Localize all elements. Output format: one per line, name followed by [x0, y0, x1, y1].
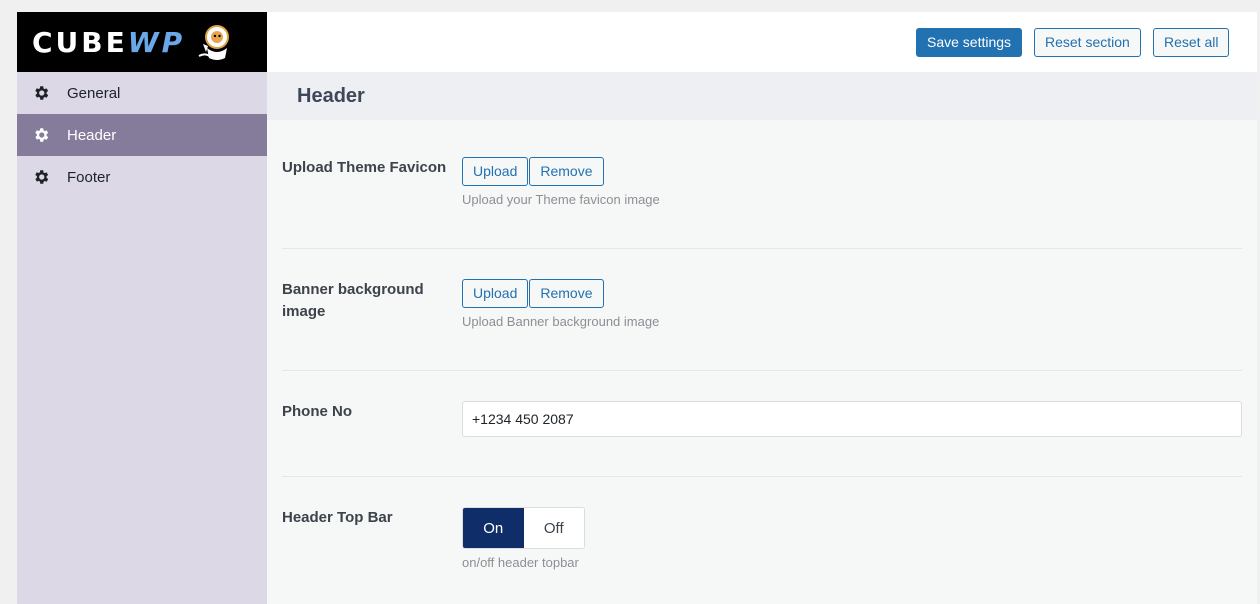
topbar-field: On Off on/off header topbar: [462, 507, 585, 570]
sidebar-item-general[interactable]: General: [17, 72, 267, 114]
astronaut-mascot-icon: [198, 25, 230, 60]
sidebar: CUBEWP General Header Footer: [17, 12, 267, 604]
banner-row: Banner background image Upload Remove Upl…: [282, 249, 1242, 371]
save-settings-button[interactable]: Save settings: [916, 28, 1023, 57]
sidebar-item-footer[interactable]: Footer: [17, 156, 267, 198]
reset-all-button[interactable]: Reset all: [1153, 28, 1230, 57]
banner-description: Upload Banner background image: [462, 314, 660, 329]
toggle-on-option[interactable]: On: [463, 508, 524, 548]
sidebar-item-header[interactable]: Header: [17, 114, 267, 156]
logo-text: CUBEWP: [32, 26, 185, 59]
section-header: Header: [267, 72, 1257, 120]
gear-icon: [35, 86, 49, 100]
reset-section-button[interactable]: Reset section: [1034, 28, 1141, 57]
toggle-off-option[interactable]: Off: [523, 508, 584, 548]
phone-input[interactable]: [462, 401, 1242, 437]
banner-label: Banner background image: [282, 281, 424, 320]
phone-field: [462, 401, 1242, 437]
logo: CUBEWP: [17, 12, 267, 72]
favicon-field: Upload Remove Upload your Theme favicon i…: [462, 157, 660, 207]
favicon-upload-button[interactable]: Upload: [462, 157, 529, 186]
gear-icon: [35, 128, 49, 142]
sidebar-item-label: Header: [67, 126, 117, 144]
main-panel: Save settings Reset section Reset all He…: [267, 12, 1257, 604]
sidebar-nav: General Header Footer: [17, 72, 267, 198]
favicon-remove-button[interactable]: Remove: [529, 157, 604, 186]
phone-row: Phone No: [282, 371, 1242, 477]
logo-main-text: CUBE: [32, 25, 128, 59]
gear-icon: [35, 170, 49, 184]
favicon-row: Upload Theme Favicon Upload Remove Upload…: [282, 120, 1242, 249]
toolbar: Save settings Reset section Reset all: [267, 12, 1257, 72]
topbar-toggle: On Off: [462, 507, 585, 549]
phone-label: Phone No: [282, 403, 352, 420]
topbar-row: Header Top Bar On Off on/off header topb…: [282, 477, 1242, 604]
sidebar-item-label: Footer: [67, 168, 111, 186]
banner-field: Upload Remove Upload Banner background im…: [462, 279, 659, 329]
sidebar-item-label: General: [67, 84, 121, 102]
favicon-description: Upload your Theme favicon image: [462, 192, 660, 207]
topbar-description: on/off header topbar: [462, 555, 579, 570]
section-title: Header: [297, 84, 365, 107]
logo-accent-text: WP: [127, 25, 186, 59]
topbar-label: Header Top Bar: [282, 509, 393, 526]
banner-remove-button[interactable]: Remove: [529, 279, 604, 308]
favicon-label: Upload Theme Favicon: [282, 159, 447, 176]
banner-upload-button[interactable]: Upload: [462, 279, 529, 308]
